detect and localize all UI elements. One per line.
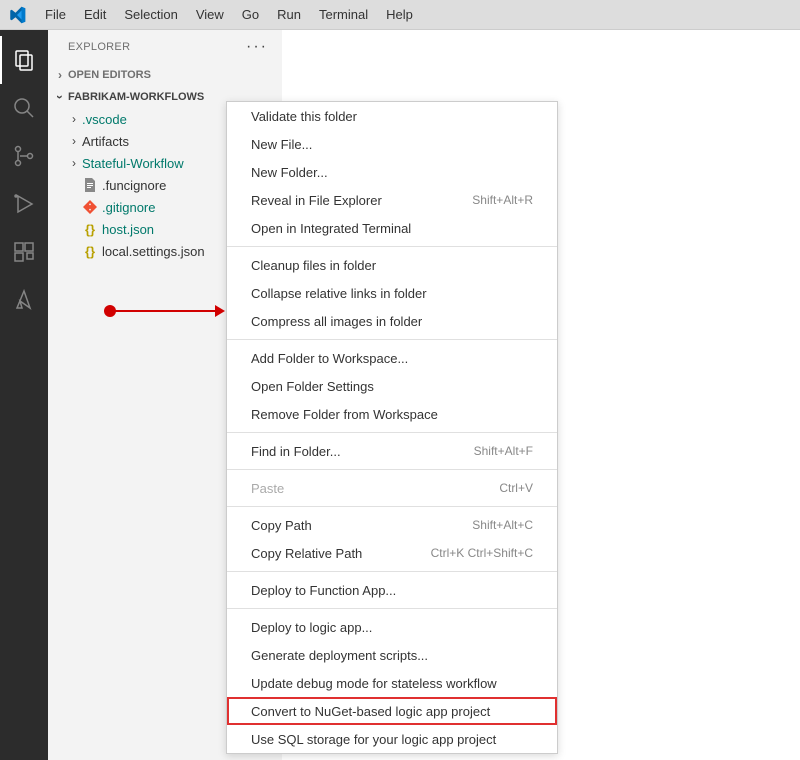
context-menu-item[interactable]: Deploy to logic app... xyxy=(227,613,557,641)
menu-item-label: Add Folder to Workspace... xyxy=(251,351,408,366)
tree-item-label: .vscode xyxy=(82,112,127,127)
context-menu-item[interactable]: Deploy to Function App... xyxy=(227,576,557,604)
azure-icon[interactable] xyxy=(0,276,48,324)
tree-item-label: host.json xyxy=(102,222,154,237)
tree-item-label: Stateful-Workflow xyxy=(82,156,184,171)
context-menu-item[interactable]: Use SQL storage for your logic app proje… xyxy=(227,725,557,753)
menu-run[interactable]: Run xyxy=(268,0,310,30)
menu-selection[interactable]: Selection xyxy=(115,0,186,30)
menu-item-label: Update debug mode for stateless workflow xyxy=(251,676,497,691)
context-menu-item[interactable]: Generate deployment scripts... xyxy=(227,641,557,669)
run-debug-icon[interactable] xyxy=(0,180,48,228)
explorer-icon[interactable] xyxy=(0,36,48,84)
context-menu-item[interactable]: Open Folder Settings xyxy=(227,372,557,400)
context-menu-item[interactable]: Find in Folder... Shift+Alt+F xyxy=(227,437,557,465)
context-menu: Validate this folder New File... New Folde… xyxy=(226,101,558,754)
tree-item-label: local.settings.json xyxy=(102,244,205,259)
context-menu-item[interactable]: Open in Integrated Terminal xyxy=(227,214,557,242)
menu-item-label: Reveal in File Explorer xyxy=(251,193,382,208)
context-menu-item[interactable]: Convert to NuGet-based logic app project xyxy=(227,697,557,725)
menu-item-label: Compress all images in folder xyxy=(251,314,422,329)
tree-item-label: Artifacts xyxy=(82,134,129,149)
source-control-icon[interactable] xyxy=(0,132,48,180)
menu-item-label: Deploy to logic app... xyxy=(251,620,372,635)
menu-item-shortcut: Shift+Alt+F xyxy=(474,444,533,458)
tree-item-label: .funcignore xyxy=(102,178,166,193)
menu-view[interactable]: View xyxy=(187,0,233,30)
file-icon xyxy=(82,199,98,215)
context-menu-item[interactable]: Copy Path Shift+Alt+C xyxy=(227,511,557,539)
chevron-right-icon: › xyxy=(66,112,82,126)
extensions-icon[interactable] xyxy=(0,228,48,276)
context-menu-item[interactable]: Remove Folder from Workspace xyxy=(227,400,557,428)
menu-go[interactable]: Go xyxy=(233,0,268,30)
menu-separator xyxy=(227,506,557,507)
annotation-line xyxy=(115,310,215,312)
menu-item-label: Convert to NuGet-based logic app project xyxy=(251,704,490,719)
menu-item-label: Remove Folder from Workspace xyxy=(251,407,438,422)
file-icon: {} xyxy=(82,221,98,237)
menu-separator xyxy=(227,339,557,340)
file-icon xyxy=(82,177,98,193)
search-icon[interactable] xyxy=(0,84,48,132)
menu-separator xyxy=(227,608,557,609)
file-icon: {} xyxy=(82,243,98,259)
menu-separator xyxy=(227,469,557,470)
context-menu-item[interactable]: Collapse relative links in folder xyxy=(227,279,557,307)
context-menu-item[interactable]: Validate this folder xyxy=(227,102,557,130)
tree-item-label: .gitignore xyxy=(102,200,155,215)
menu-item-label: Deploy to Function App... xyxy=(251,583,396,598)
context-menu-item[interactable]: Compress all images in folder xyxy=(227,307,557,335)
workspace-label: FABRIKAM-WORKFLOWS xyxy=(68,91,204,103)
context-menu-item[interactable]: Update debug mode for stateless workflow xyxy=(227,669,557,697)
annotation-arrowhead xyxy=(215,305,225,317)
activity-bar xyxy=(0,30,48,760)
menu-help[interactable]: Help xyxy=(377,0,422,30)
explorer-title: EXPLORER xyxy=(68,41,130,53)
context-menu-item[interactable]: Add Folder to Workspace... xyxy=(227,344,557,372)
chevron-right-icon: › xyxy=(52,68,68,82)
menu-separator xyxy=(227,246,557,247)
menu-item-shortcut: Shift+Alt+C xyxy=(472,518,533,532)
open-editors-section[interactable]: › OPEN EDITORS xyxy=(48,64,282,86)
menu-item-label: New Folder... xyxy=(251,165,328,180)
chevron-right-icon: › xyxy=(66,134,82,148)
menu-item-label: Open in Integrated Terminal xyxy=(251,221,411,236)
menu-item-label: Validate this folder xyxy=(251,109,357,124)
titlebar: FileEditSelectionViewGoRunTerminalHelp xyxy=(0,0,800,30)
chevron-down-icon: › xyxy=(53,89,67,105)
menu-separator xyxy=(227,432,557,433)
menu-item-label: Collapse relative links in folder xyxy=(251,286,427,301)
menu-terminal[interactable]: Terminal xyxy=(310,0,377,30)
context-menu-item[interactable]: New Folder... xyxy=(227,158,557,186)
menu-item-shortcut: Ctrl+K Ctrl+Shift+C xyxy=(431,546,533,560)
open-editors-label: OPEN EDITORS xyxy=(68,69,151,81)
chevron-right-icon: › xyxy=(66,156,82,170)
menu-item-label: Copy Path xyxy=(251,518,312,533)
menu-item-label: Cleanup files in folder xyxy=(251,258,376,273)
vscode-logo-icon xyxy=(8,6,26,24)
menu-item-shortcut: Ctrl+V xyxy=(499,481,533,495)
menu-item-label: Use SQL storage for your logic app proje… xyxy=(251,732,496,747)
menu-item-label: New File... xyxy=(251,137,312,152)
more-actions-icon[interactable]: ··· xyxy=(246,38,268,56)
menu-item-label: Copy Relative Path xyxy=(251,546,362,561)
explorer-header: EXPLORER ··· xyxy=(48,30,282,64)
menu-edit[interactable]: Edit xyxy=(75,0,115,30)
menu-item-label: Open Folder Settings xyxy=(251,379,374,394)
menu-file[interactable]: File xyxy=(36,0,75,30)
menu-item-shortcut: Shift+Alt+R xyxy=(472,193,533,207)
context-menu-item[interactable]: Cleanup files in folder xyxy=(227,251,557,279)
context-menu-item[interactable]: New File... xyxy=(227,130,557,158)
menu-item-label: Find in Folder... xyxy=(251,444,341,459)
context-menu-item[interactable]: Copy Relative Path Ctrl+K Ctrl+Shift+C xyxy=(227,539,557,567)
menu-item-label: Generate deployment scripts... xyxy=(251,648,428,663)
menu-item-label: Paste xyxy=(251,481,284,496)
context-menu-item: Paste Ctrl+V xyxy=(227,474,557,502)
context-menu-item[interactable]: Reveal in File Explorer Shift+Alt+R xyxy=(227,186,557,214)
menu-separator xyxy=(227,571,557,572)
